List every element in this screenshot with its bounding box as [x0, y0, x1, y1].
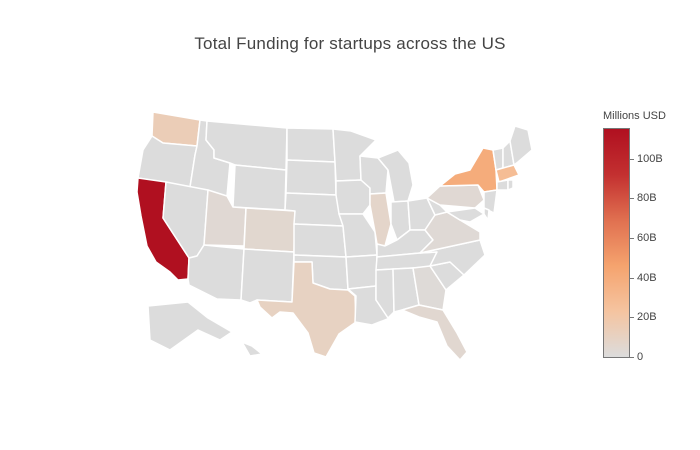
state-delaware[interactable] [483, 207, 490, 221]
state-new-mexico[interactable] [240, 248, 295, 304]
colorbar-tick-label: 40B [637, 271, 657, 284]
state-iowa[interactable] [335, 179, 371, 215]
colorbar-tick-label: 80B [637, 192, 657, 205]
colorbar-tick-label: 100B [637, 152, 663, 165]
colorbar-scale [603, 128, 630, 358]
state-colorado[interactable] [243, 207, 296, 253]
colorbar-tick-label: 60B [637, 232, 657, 245]
colorbar-tick-label: 20B [637, 311, 657, 324]
colorbar-tick-mark [630, 158, 634, 160]
state-hawaii[interactable] [241, 341, 263, 357]
colorbar-tick-mark [630, 198, 634, 200]
state-new-york[interactable] [439, 147, 498, 193]
state-rhode-island[interactable] [507, 179, 514, 191]
state-nebraska[interactable] [284, 192, 344, 227]
colorbar-tick-mark [630, 238, 634, 240]
state-kansas[interactable] [293, 223, 347, 258]
state-alaska[interactable] [147, 301, 233, 351]
state-wyoming[interactable] [232, 164, 287, 211]
colorbar-title: Millions USD [603, 110, 666, 122]
state-maine[interactable] [509, 125, 533, 166]
us-choropleth-map [136, 111, 533, 361]
colorbar-tick-mark [630, 277, 634, 279]
colorbar-tick-label: 0 [637, 351, 644, 363]
colorbar-tick-mark [630, 357, 634, 358]
state-north-dakota[interactable] [286, 127, 336, 163]
colorbar-tick-mark [630, 317, 634, 319]
state-south-dakota[interactable] [285, 159, 337, 196]
state-arkansas[interactable] [345, 254, 378, 290]
state-missouri[interactable] [338, 213, 378, 258]
state-florida[interactable] [401, 304, 468, 361]
state-connecticut[interactable] [496, 179, 509, 191]
